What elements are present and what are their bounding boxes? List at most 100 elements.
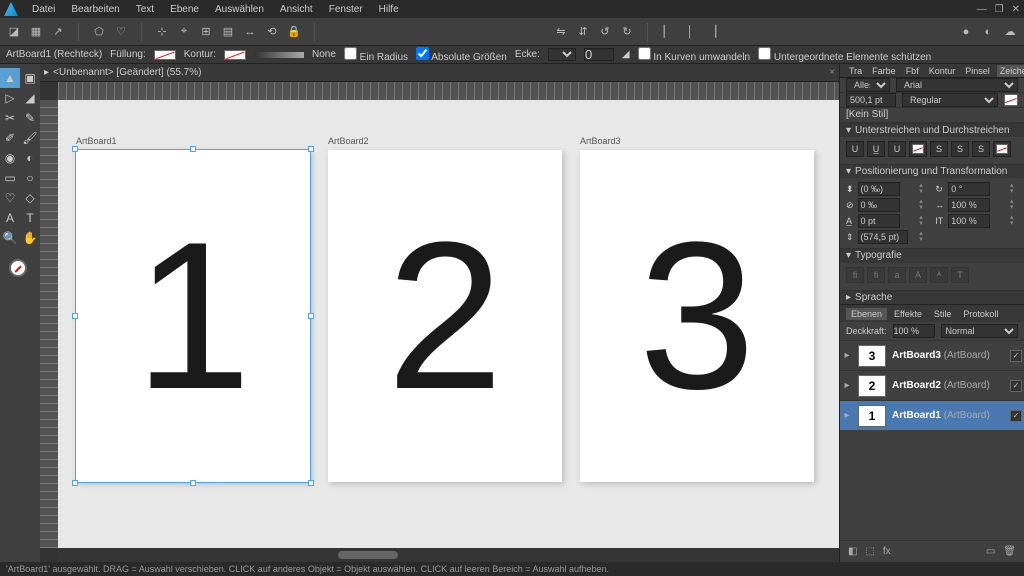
persona-pixel-icon[interactable]: ▦ [28, 24, 44, 40]
strike2-btn[interactable]: S [951, 141, 969, 157]
font-filter[interactable]: Alles [846, 78, 890, 92]
crop-tool[interactable]: ✂ [0, 108, 20, 128]
opacity-value[interactable] [893, 324, 935, 338]
menu-layer[interactable]: Ebene [164, 2, 205, 17]
typo-btn3[interactable]: a [888, 267, 906, 283]
to-curves-check[interactable]: In Kurven umwandeln [638, 47, 751, 63]
ellipse-tool[interactable]: ○ [20, 168, 40, 188]
tab-brush[interactable]: Pinsel [962, 65, 993, 77]
strike-color[interactable] [993, 141, 1011, 157]
artboard-2[interactable]: ArtBoard2 2 [328, 150, 562, 482]
stroke-swatch[interactable] [224, 50, 246, 60]
rot-field[interactable] [948, 182, 990, 196]
frame-text-tool[interactable]: T [20, 208, 40, 228]
scrollbar-horizontal[interactable] [58, 548, 839, 562]
user-icon[interactable]: ◐ [980, 24, 996, 40]
fill-tool[interactable]: ◉ [0, 148, 20, 168]
underline2-btn[interactable]: U̲ [867, 141, 885, 157]
handle-bm[interactable] [190, 480, 196, 486]
kern-field[interactable] [858, 214, 900, 228]
node-tool[interactable]: ▷ [0, 88, 20, 108]
pen-tool[interactable]: ✎ [20, 108, 40, 128]
align-l-icon[interactable]: ▏ [660, 24, 676, 40]
rect-tool[interactable]: ▭ [0, 168, 20, 188]
stepper[interactable]: ▴▾ [919, 215, 927, 227]
trash-icon[interactable]: 🗑 [1003, 546, 1016, 557]
fx-icon[interactable]: fx [883, 546, 891, 557]
no-style[interactable]: [Kein Stil] [840, 108, 1024, 122]
menu-help[interactable]: Hilfe [373, 2, 405, 17]
add-layer-icon[interactable]: ▭ [986, 546, 995, 557]
assets-icon[interactable]: ● [958, 24, 974, 40]
align-r-icon[interactable]: ▕ [704, 24, 720, 40]
scrollbar-thumb[interactable] [338, 551, 398, 559]
vscale-field[interactable] [948, 214, 990, 228]
color-picker-tool[interactable] [6, 256, 30, 280]
artboard-1[interactable]: ArtBoard1 1 [76, 150, 310, 482]
single-radius-check[interactable]: Ein Radius [344, 47, 408, 63]
section-typography[interactable]: ▾ Typografie [840, 248, 1024, 262]
protect-children-check[interactable]: Untergeordnete Elemente schützen [758, 47, 931, 63]
typo-btn4[interactable]: A [909, 267, 927, 283]
pencil-tool[interactable]: ✐ [0, 128, 20, 148]
blend-mode[interactable]: Normal [941, 324, 1018, 338]
menu-edit[interactable]: Bearbeiten [65, 2, 125, 17]
flip-h-icon[interactable]: ⇋ [553, 24, 569, 40]
section-decoration[interactable]: ▾ Unterstreichen und Durchstreichen [840, 123, 1024, 137]
stepper[interactable]: ▴▾ [919, 183, 927, 195]
corner-tool[interactable]: ◢ [20, 88, 40, 108]
handle-tl[interactable] [72, 146, 78, 152]
font-weight[interactable]: Regular [902, 93, 998, 107]
layer-item[interactable]: ▸ 3 ArtBoard3 (ArtBoard) ✓ [840, 340, 1024, 370]
section-language[interactable]: ▸ Sprache [840, 290, 1024, 304]
layer-item[interactable]: ▸ 2 ArtBoard2 (ArtBoard) ✓ [840, 370, 1024, 400]
snap2-icon[interactable]: ⌖ [176, 24, 192, 40]
minimize-icon[interactable]: — [977, 4, 987, 15]
stroke-width-slider[interactable] [254, 52, 304, 58]
align-c-icon[interactable]: │ [682, 24, 698, 40]
fill-swatch[interactable] [154, 50, 176, 60]
expand-icon[interactable]: ▸ [842, 410, 852, 421]
typo-btn5[interactable]: ᴬ [930, 267, 948, 283]
underline3-btn[interactable]: U [888, 141, 906, 157]
snap5-icon[interactable]: ↔ [242, 24, 258, 40]
corner-value[interactable] [584, 48, 614, 61]
pan-tool[interactable]: ✋ [20, 228, 40, 248]
mask-icon[interactable]: ◧ [848, 546, 857, 557]
visibility-check[interactable]: ✓ [1010, 380, 1022, 392]
va-field[interactable] [858, 182, 900, 196]
menu-text[interactable]: Text [130, 2, 160, 17]
maximize-icon[interactable]: ❐ [995, 4, 1004, 15]
snap-icon[interactable]: ⊹ [154, 24, 170, 40]
font-size[interactable] [846, 93, 896, 107]
hscale-field[interactable] [948, 198, 990, 212]
stepper[interactable]: ▴▾ [919, 231, 927, 243]
stepper[interactable]: ▴▾ [1010, 215, 1018, 227]
ruler-horizontal[interactable] [58, 82, 839, 100]
expand-icon[interactable]: ▸ [842, 380, 852, 391]
pentagon-icon[interactable]: ⬠ [91, 24, 107, 40]
close-icon[interactable]: ✕ [1012, 4, 1020, 15]
document-tab[interactable]: ▸<Unbenannt> [Geändert] (55.7%) [44, 67, 201, 78]
stepper[interactable]: ▴▾ [919, 199, 927, 211]
artboard-tool[interactable]: ▣ [20, 68, 40, 88]
heart-tool[interactable]: ♡ [0, 188, 20, 208]
corner-type[interactable] [548, 48, 576, 61]
persona-designer-icon[interactable]: ◪ [6, 24, 22, 40]
sync-icon[interactable]: ☁ [1002, 24, 1018, 40]
strike3-btn[interactable]: S [972, 141, 990, 157]
lock-icon[interactable]: 🔒 [286, 24, 302, 40]
menu-select[interactable]: Auswählen [209, 2, 270, 17]
rotate-cw-icon[interactable]: ↻ [619, 24, 635, 40]
snap4-icon[interactable]: ▤ [220, 24, 236, 40]
zoom-tool[interactable]: 🔍 [0, 228, 20, 248]
handle-br[interactable] [308, 480, 314, 486]
ruler-vertical[interactable] [40, 100, 58, 548]
leading-field[interactable] [858, 230, 908, 244]
section-position[interactable]: ▾ Positionierung und Transformation [840, 164, 1024, 178]
typo-btn1[interactable]: fi [846, 267, 864, 283]
artboard-3[interactable]: ArtBoard3 3 [580, 150, 814, 482]
tab-close-icon[interactable]: × [829, 67, 835, 78]
absolute-sizes-check[interactable]: Absolute Größen [416, 47, 507, 63]
menu-view[interactable]: Ansicht [274, 2, 319, 17]
